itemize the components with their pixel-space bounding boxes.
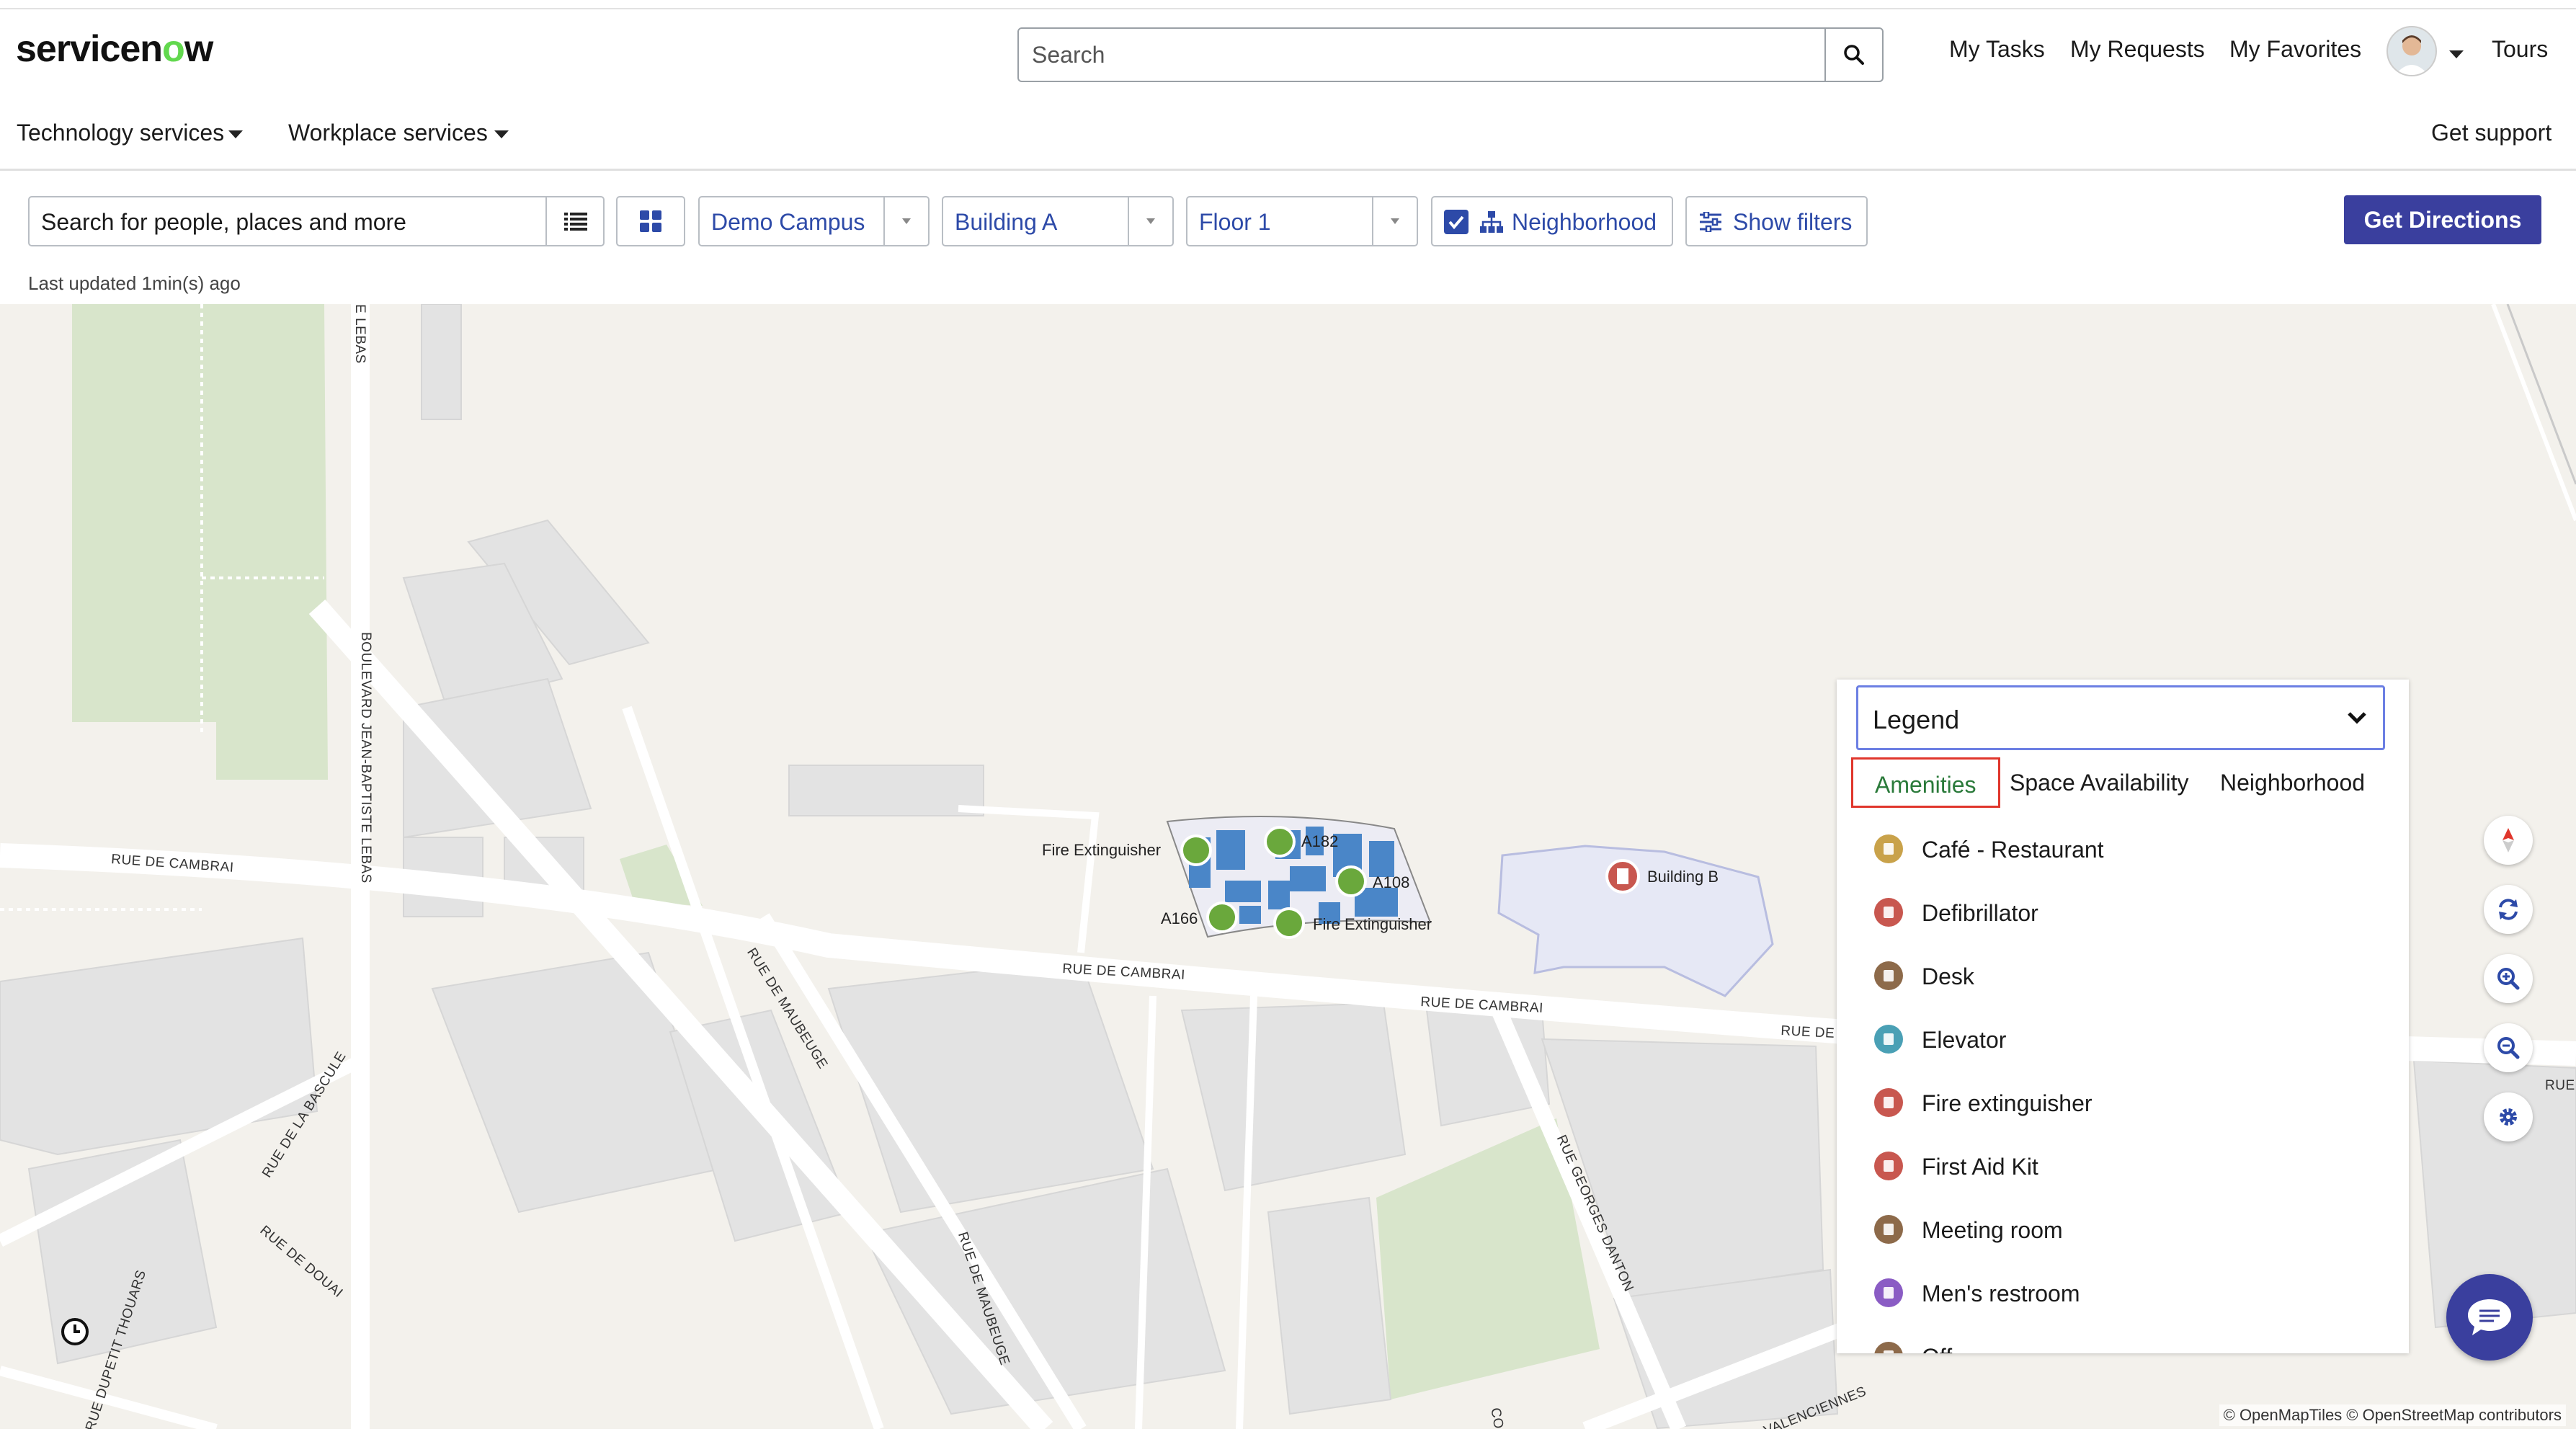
map-search-placeholder: Search for people, places and more xyxy=(41,209,406,235)
poi-label-fire-extinguisher: Fire Extinguisher xyxy=(1042,841,1162,859)
compass-button[interactable] xyxy=(2484,816,2533,865)
street-label: BOULEVARD JEAN-BAPTISTE LEBAS xyxy=(358,632,373,883)
building-icon xyxy=(1617,868,1628,884)
legend-item-label: Fire extinguisher xyxy=(1922,1090,2093,1116)
chevron-down-icon xyxy=(228,130,243,138)
get-directions-button[interactable]: Get Directions xyxy=(2344,195,2541,244)
chevron-down-icon xyxy=(494,130,509,138)
elevator-icon xyxy=(1874,1025,1903,1054)
office-icon xyxy=(1874,1342,1903,1353)
sliders-icon xyxy=(1700,212,1721,232)
refresh-button[interactable] xyxy=(2484,885,2533,934)
search-icon xyxy=(1844,45,1864,65)
tab-space-availability[interactable]: Space Availability xyxy=(2010,757,2188,808)
poi-marker[interactable] xyxy=(1335,865,1367,897)
tab-amenities[interactable]: Amenities xyxy=(1851,757,2000,808)
cafe-icon xyxy=(1874,834,1903,863)
mens-restroom-icon xyxy=(1874,1278,1903,1307)
street-label: RUE xyxy=(2545,1078,2575,1093)
legend-item-label: Elevator xyxy=(1922,1027,2007,1053)
zoom-in-button[interactable] xyxy=(2484,954,2533,1003)
defibrillator-icon xyxy=(1874,898,1903,927)
neighborhood-label: Neighborhood xyxy=(1512,209,1657,235)
legend-item-label: Meeting room xyxy=(1922,1217,2063,1243)
list-icon xyxy=(564,213,587,231)
chevron-down-icon xyxy=(883,197,928,245)
poi-marker[interactable] xyxy=(1273,907,1305,939)
show-filters-label: Show filters xyxy=(1733,209,1853,235)
floor-select-value: Floor 1 xyxy=(1199,209,1271,235)
poi-label-a108: A108 xyxy=(1373,873,1410,891)
legend-panel: Legend Amenities Space Availability Neig… xyxy=(1837,680,2409,1353)
campus-select[interactable]: Demo Campus xyxy=(698,196,930,246)
hierarchy-icon xyxy=(1480,211,1503,233)
zoom-out-icon xyxy=(2497,1037,2520,1059)
zoom-out-button[interactable] xyxy=(2484,1023,2533,1072)
checkmark-icon xyxy=(1448,215,1464,230)
building-select-value: Building A xyxy=(955,209,1058,235)
grid-icon xyxy=(640,210,661,232)
floor-select[interactable]: Floor 1 xyxy=(1186,196,1418,246)
chevron-down-icon xyxy=(1128,197,1172,245)
poi-label-fire-extinguisher: Fire Extinguisher xyxy=(1313,915,1432,933)
search-button[interactable] xyxy=(1824,29,1882,81)
gear-icon xyxy=(2500,1108,2517,1126)
fire-extinguisher-icon xyxy=(1874,1088,1903,1117)
legend-item-label: Defibrillator xyxy=(1922,900,2038,926)
user-photo-icon xyxy=(2388,27,2435,75)
global-search-input[interactable] xyxy=(1030,36,1819,74)
chat-button[interactable] xyxy=(2446,1274,2533,1361)
list-view-button[interactable] xyxy=(545,197,605,245)
compass-icon xyxy=(2503,828,2514,852)
legend-item-label: First Aid Kit xyxy=(1922,1154,2038,1180)
poi-label-a182: A182 xyxy=(1301,832,1339,850)
poi-label-a166: A166 xyxy=(1161,909,1198,927)
legend-item-label: Off xyxy=(1922,1344,1952,1353)
logo-text: servicenow xyxy=(16,28,213,70)
show-filters-button[interactable]: Show filters xyxy=(1685,196,1868,246)
get-support-link[interactable]: Get support xyxy=(2431,120,2552,146)
settings-button[interactable] xyxy=(2484,1092,2533,1141)
last-updated-text: Last updated 1min(s) ago xyxy=(28,272,241,294)
tours-link[interactable]: Tours xyxy=(2492,36,2548,63)
campus-select-value: Demo Campus xyxy=(711,209,865,235)
poi-marker[interactable] xyxy=(1180,834,1212,866)
global-search[interactable] xyxy=(1017,27,1884,82)
map-attribution: © OpenMapTiles © OpenStreetMap contribut… xyxy=(2219,1404,2566,1426)
refresh-icon xyxy=(2499,899,2518,920)
tab-neighborhood[interactable]: Neighborhood xyxy=(2220,757,2365,808)
poi-marker[interactable] xyxy=(1264,826,1296,858)
street-label: E LEBAS xyxy=(352,304,367,364)
park-area xyxy=(72,304,328,780)
neighborhood-toggle[interactable]: Neighborhood xyxy=(1431,196,1673,246)
nav-workplace-services[interactable]: Workplace services xyxy=(288,120,488,146)
chat-bubble-icon xyxy=(2468,1299,2511,1335)
legend-item-label: Café - Restaurant xyxy=(1922,837,2104,863)
chevron-down-icon xyxy=(1372,197,1417,245)
neighborhood-checkbox[interactable] xyxy=(1444,210,1469,234)
legend-title: Legend xyxy=(1873,705,1960,734)
chevron-down-icon xyxy=(2348,712,2366,724)
legend-select[interactable]: Legend xyxy=(1856,685,2385,750)
servicenow-logo[interactable]: servicenow xyxy=(16,27,213,71)
zoom-in-icon xyxy=(2497,968,2520,990)
my-favorites-link[interactable]: My Favorites xyxy=(2229,36,2361,63)
poi-marker[interactable] xyxy=(1206,901,1238,933)
map-search-field[interactable]: Search for people, places and more xyxy=(28,196,605,246)
avatar[interactable] xyxy=(2386,26,2437,76)
top-border xyxy=(0,0,2576,9)
history-clock-icon[interactable] xyxy=(61,1317,89,1346)
nav-technology-services[interactable]: Technology services xyxy=(17,120,224,146)
first-aid-icon xyxy=(1874,1152,1903,1180)
desk-icon xyxy=(1874,961,1903,990)
user-menu-chevron-icon[interactable] xyxy=(2449,50,2464,58)
my-requests-link[interactable]: My Requests xyxy=(2070,36,2205,63)
building-select[interactable]: Building A xyxy=(942,196,1174,246)
grid-view-button[interactable] xyxy=(616,196,685,246)
meeting-room-icon xyxy=(1874,1215,1903,1244)
legend-item-label: Desk xyxy=(1922,963,1974,989)
building-b-label: Building B xyxy=(1647,868,1719,886)
my-tasks-link[interactable]: My Tasks xyxy=(1949,36,2045,63)
legend-item-label: Men's restroom xyxy=(1922,1281,2080,1306)
